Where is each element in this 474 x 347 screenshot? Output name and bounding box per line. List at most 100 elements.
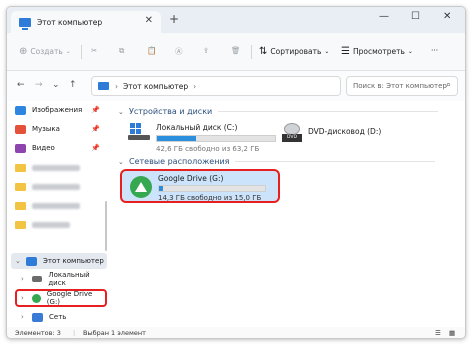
drive-usage-fill [159,186,164,191]
cut-icon[interactable]: ✂ [91,46,97,55]
back-icon[interactable]: ← [17,80,25,90]
dvd-label: DVD [282,134,302,142]
chevron-down-icon[interactable]: ⌄ [52,80,60,90]
view-button[interactable]: ☰ Просмотреть ⌄ [341,46,413,57]
create-label: Создать [30,47,63,56]
new-tab-button[interactable]: + [169,12,179,26]
copy-icon[interactable]: ⧉ [119,46,124,56]
drive-usage-bar [158,185,266,192]
maximize-button[interactable]: ☐ [411,11,420,22]
google-drive-icon [31,293,41,303]
computer-icon [26,256,37,266]
sidebar-item-video[interactable]: Видео [15,141,55,155]
tab-close-icon[interactable]: ✕ [145,15,153,26]
more-options-button[interactable]: ··· [431,46,438,55]
drive-c[interactable]: Локальный диск (C:) 42,6 ГБ свободно из … [128,123,276,153]
chevron-right-icon[interactable]: › [21,294,27,302]
chevron-down-icon[interactable]: ⌄ [15,257,21,265]
section-title: Сетевые расположения [129,157,230,166]
folder-icon [15,202,26,210]
sidebar-item-folder[interactable] [15,199,80,213]
dvd-drive-icon: DVD [282,123,302,142]
sort-icon: ⇅ [259,46,268,57]
share-icon[interactable]: ⇪ [203,46,209,55]
up-icon[interactable]: ↑ [69,80,77,90]
close-button[interactable]: ✕ [443,11,451,22]
drive-usage-fill [157,136,196,141]
breadcrumb-separator: › [193,81,197,91]
sidebar-item-label: Этот компьютер [43,257,104,265]
pin-icon: 📌 [91,144,100,152]
sidebar-item-local-disk[interactable]: › Локальный диск [21,271,107,287]
chevron-down-icon: ⌄ [324,48,330,55]
navigation-pane: Изображения 📌 Музыка 📌 Видео 📌 ⌄ Этот ко… [7,101,107,327]
pin-icon: 📌 [91,106,100,114]
forward-icon[interactable]: → [35,80,43,90]
sidebar-scrollbar[interactable] [105,201,107,251]
sidebar-item-label: Локальный диск [48,271,90,287]
pin-icon: 📌 [91,125,100,133]
sidebar-item-label: Google Drive (G:) [46,290,93,306]
sidebar-item-google-drive[interactable]: › Google Drive (G:) [21,290,107,306]
chevron-right-icon[interactable]: › [21,313,27,321]
sort-label: Сортировать [270,47,322,56]
sidebar-item-folder[interactable] [15,161,80,175]
section-devices[interactable]: ⌄ Устройства и диски [118,107,439,116]
rename-icon[interactable]: Ⓐ [175,46,183,57]
video-icon [15,143,26,153]
sort-button[interactable]: ⇅ Сортировать ⌄ [259,46,329,57]
sidebar-item-images[interactable]: Изображения [15,103,82,117]
tab-this-pc[interactable]: Этот компьютер ✕ [11,11,161,33]
breadcrumb-separator: › [115,81,118,91]
folder-icon [15,164,26,172]
section-divider [218,111,439,112]
sidebar-item-label: Сеть [49,313,67,321]
drive-name: Локальный диск (C:) [156,123,238,132]
sidebar-item-music[interactable]: Музыка [15,122,60,136]
paste-icon[interactable]: 📋 [147,46,156,55]
folder-icon [15,183,26,191]
redacted-label [32,165,80,171]
toolbar-divider [81,45,82,59]
view-icon: ☰ [341,46,350,57]
network-icon [32,312,43,322]
details-view-icon[interactable]: ☰ [435,329,441,337]
drive-name: DVD-дисковод (D:) [308,127,382,136]
drive-google[interactable]: Google Drive (G:) 14,3 ГБ свободно из 15… [126,174,274,202]
section-network[interactable]: ⌄ Сетевые расположения [118,157,436,166]
google-drive-icon [130,176,152,198]
command-bar: ⊕ Создать ⌄ ✂ ⧉ 📋 Ⓐ ⇪ 🗑 ⇅ Сортировать ⌄ … [7,33,465,71]
drive-d[interactable]: DVD DVD-дисковод (D:) [282,123,382,142]
search-input[interactable]: Поиск в: Этот компьютер ⌕ [346,76,458,96]
title-bar: Этот компьютер ✕ + — ☐ ✕ [7,7,465,33]
folder-icon [15,221,26,229]
drive-name: Google Drive (G:) [158,174,224,183]
selection-count: Выбран 1 элемент [83,329,146,337]
sidebar-item-folder[interactable] [15,180,80,194]
windows-drive-icon [128,123,150,141]
address-field[interactable]: › Этот компьютер › [91,76,341,96]
sidebar-item-label: Изображения [32,106,83,114]
sidebar-item-folder[interactable] [15,218,70,232]
toolbar-divider [251,45,252,59]
create-button[interactable]: ⊕ Создать ⌄ [19,46,71,57]
address-bar-row: ← → ⌄ ↑ › Этот компьютер › Поиск в: Этот… [7,71,465,101]
chevron-down-icon[interactable]: ⌄ [118,158,124,166]
chevron-right-icon[interactable]: › [21,275,27,283]
item-count: Элементов: 3 [15,329,61,337]
drive-usage-bar [156,135,276,142]
search-icon: ⌕ [445,80,451,90]
sidebar-item-this-pc[interactable]: ⌄ Этот компьютер [15,254,104,268]
redacted-label [32,184,80,190]
sidebar-item-network[interactable]: › Сеть [21,310,66,324]
google-drive-highlight: Google Drive (G:) 14,3 ГБ свободно из 15… [120,169,280,203]
delete-icon[interactable]: 🗑 [231,46,241,55]
redacted-label [32,222,70,228]
search-placeholder: Поиск в: Этот компьютер [353,82,447,90]
tiles-view-icon[interactable]: ▦ [449,329,455,337]
breadcrumb[interactable]: Этот компьютер [123,82,188,91]
drive-size: 42,6 ГБ свободно из 63,2 ГБ [156,145,260,153]
status-bar: Элементов: 3 | Выбран 1 элемент ☰ ▦ [7,327,465,338]
chevron-down-icon[interactable]: ⌄ [118,108,124,116]
minimize-button[interactable]: — [379,11,389,22]
